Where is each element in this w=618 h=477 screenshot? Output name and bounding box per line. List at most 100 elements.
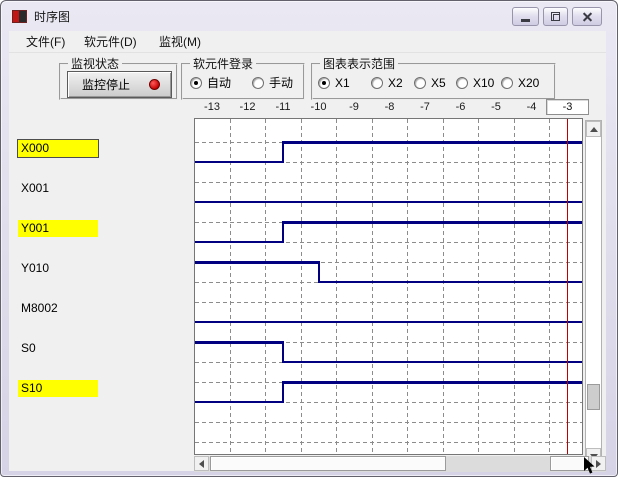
groupbox-device-registration-title: 软元件登录	[190, 57, 256, 71]
radio-device-label-2: 手动	[269, 74, 293, 91]
axis-tick: -5	[491, 101, 501, 113]
radio-range-3[interactable]: X5	[414, 75, 446, 90]
trace-S0	[195, 341, 283, 344]
signal-label-M8002[interactable]: M8002	[18, 300, 98, 317]
axis-tick: -8	[385, 101, 395, 113]
trace-Y010	[195, 261, 319, 264]
menu-item-2[interactable]: 软元件(D)	[80, 34, 141, 51]
restore-icon	[551, 12, 560, 21]
radio-range-5[interactable]: X20	[501, 75, 539, 90]
radio-range-label-3: X5	[431, 76, 446, 90]
radio-range-4[interactable]: X10	[456, 75, 494, 90]
grid-line-vertical	[407, 119, 408, 454]
radio-range-label-5: X20	[518, 76, 539, 90]
radio-range-2[interactable]: X2	[371, 75, 403, 90]
trace-S10	[283, 381, 582, 384]
monitor-stop-button[interactable]: 监控停止	[67, 71, 172, 98]
close-icon	[582, 11, 593, 22]
trace-step-S10	[282, 381, 284, 403]
trace-X001	[195, 201, 582, 203]
trace-Y001	[195, 241, 283, 243]
trace-step-X000	[282, 141, 284, 163]
radio-circle-icon	[252, 77, 264, 89]
radio-circle-icon	[501, 77, 513, 89]
grid-line-vertical	[230, 119, 231, 454]
grid-line-vertical	[301, 119, 302, 454]
left-arrow-icon	[199, 460, 204, 468]
menu-item-3[interactable]: 监视(M)	[155, 34, 205, 51]
grid-line-horizontal	[195, 182, 582, 183]
trace-Y010	[319, 281, 583, 283]
radio-circle-icon	[318, 77, 330, 89]
radio-circle-icon	[371, 77, 383, 89]
scroll-left-button[interactable]	[194, 456, 209, 471]
trace-M8002	[195, 321, 582, 323]
signal-label-Y010[interactable]: Y010	[18, 260, 98, 277]
trace-X000	[283, 141, 582, 144]
radio-range-label-1: X1	[335, 76, 350, 90]
grid-line-vertical	[265, 119, 266, 454]
axis-tick: -9	[349, 101, 359, 113]
vertical-scrollbar-thumb[interactable]	[587, 384, 600, 410]
up-arrow-icon	[590, 127, 598, 132]
axis-tick: -7	[420, 101, 430, 113]
radio-range-label-4: X10	[473, 76, 494, 90]
radio-circle-icon	[414, 77, 426, 89]
grid-line-horizontal	[195, 422, 582, 423]
right-arrow-icon	[596, 460, 601, 468]
axis-tick: -12	[240, 101, 256, 113]
restore-button[interactable]	[543, 7, 568, 26]
led-indicator-icon	[149, 79, 160, 90]
groupbox-monitor-status-title: 监视状态	[68, 57, 122, 71]
cursor-position-box: -3	[546, 99, 589, 115]
close-button[interactable]	[572, 7, 602, 26]
grid-line-vertical	[514, 119, 515, 454]
timing-chart[interactable]	[194, 118, 583, 455]
grid-line-vertical	[549, 119, 550, 454]
minimize-button[interactable]	[512, 7, 539, 26]
menu-item-1[interactable]: 文件(F)	[22, 34, 69, 51]
axis-tick: -10	[311, 101, 327, 113]
radio-range-1[interactable]: X1	[318, 75, 350, 90]
trace-step-Y010	[318, 261, 320, 283]
radio-device-2[interactable]: 手动	[252, 75, 293, 90]
menu-bar: 文件(F) 软元件(D) 监视(M)	[9, 31, 606, 53]
axis-tick: -4	[527, 101, 537, 113]
grid-line-vertical	[443, 119, 444, 454]
trace-step-Y001	[282, 221, 284, 243]
vertical-scrollbar[interactable]	[585, 120, 602, 465]
radio-circle-icon	[190, 77, 202, 89]
trace-step-S0	[282, 341, 284, 363]
signal-label-X001[interactable]: X001	[18, 180, 98, 197]
grid-line-vertical	[372, 119, 373, 454]
trace-Y001	[283, 221, 582, 224]
radio-range-label-2: X2	[388, 76, 403, 90]
radio-device-label-1: 自动	[207, 74, 231, 91]
signal-label-S0[interactable]: S0	[18, 340, 98, 357]
horizontal-scrollbar-thumb[interactable]	[210, 456, 446, 471]
signal-label-Y001[interactable]: Y001	[18, 220, 98, 237]
trace-X000	[195, 161, 283, 163]
mouse-cursor-icon	[583, 456, 596, 475]
monitor-stop-label: 监控停止	[82, 76, 130, 93]
axis-tick: -13	[204, 101, 220, 113]
app-icon[interactable]	[12, 10, 27, 23]
radio-device-1[interactable]: 自动	[190, 75, 231, 90]
grid-line-vertical	[336, 119, 337, 454]
chart-cursor-line	[567, 119, 569, 454]
signal-label-X000[interactable]: X000	[18, 140, 98, 157]
trace-S10	[195, 401, 283, 403]
radio-circle-icon	[456, 77, 468, 89]
page-title: 时序图	[34, 8, 70, 25]
axis-tick: -11	[275, 101, 290, 113]
scroll-up-button[interactable]	[586, 121, 601, 137]
window-controls	[512, 7, 602, 26]
grid-line-horizontal	[195, 302, 582, 303]
grid-line-horizontal	[195, 442, 582, 443]
groupbox-display-range-title: 图表表示范围	[320, 57, 398, 71]
horizontal-scrollbar[interactable]	[194, 456, 606, 472]
minimize-icon	[521, 19, 530, 22]
signal-label-S10[interactable]: S10	[18, 380, 98, 397]
grid-line-vertical	[478, 119, 479, 454]
timing-chart-window: 时序图 文件(F) 软元件(D) 监视(M) 监视状态 监控停止 软元件登录 图表表…	[0, 0, 618, 477]
